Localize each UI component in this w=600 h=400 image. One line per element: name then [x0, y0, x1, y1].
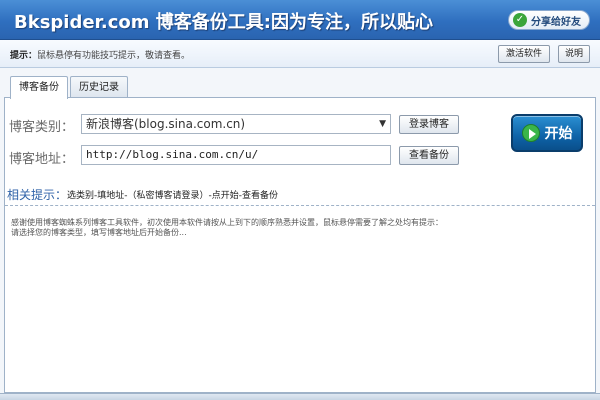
title-bar: Bkspider.com 博客备份工具:因为专注，所以贴心 ✓ 分享给好友 — [0, 0, 600, 40]
blog-address-label: 博客地址： — [9, 152, 75, 167]
message-line: 请选择您的博客类型，填写博客地址后开始备份... — [11, 228, 187, 237]
blog-type-value: 新浪博客(blog.sina.com.cn) — [86, 117, 246, 131]
info-bar: 提示：鼠标悬停有功能技巧提示，敬请查看。 激活软件 说明 — [0, 40, 600, 68]
tab-blog-backup[interactable]: 博客备份 — [10, 76, 68, 99]
start-button[interactable]: 开始 — [511, 114, 583, 152]
register-button[interactable]: 激活软件 — [498, 45, 550, 63]
status-bar — [0, 393, 600, 400]
app-title: Bkspider.com 博客备份工具:因为专注，所以贴心 — [14, 12, 433, 33]
hint-title: 相关提示： — [7, 188, 68, 202]
blog-address-input[interactable]: http://blog.sina.com.cn/u/ — [81, 145, 391, 165]
main-panel: 博客类别： 新浪博客(blog.sina.com.cn) ▼ 登录博客 博客地址… — [4, 97, 596, 393]
view-backup-button[interactable]: 查看备份 — [399, 146, 459, 165]
tab-history[interactable]: 历史记录 — [70, 76, 128, 98]
share-button[interactable]: ✓ 分享给好友 — [508, 10, 590, 30]
blog-type-select[interactable]: 新浪博客(blog.sina.com.cn) ▼ — [81, 114, 391, 134]
start-button-label: 开始 — [544, 126, 573, 142]
tab-bar: 博客备份 历史记录 — [10, 76, 128, 99]
login-blog-button[interactable]: 登录博客 — [399, 115, 459, 134]
share-button-label: 分享给好友 — [531, 16, 581, 28]
message-line: 感谢使用博客蜘蛛系列博客工具软件，初次使用本软件请按从上到下的顺序熟悉并设置，鼠… — [11, 218, 443, 227]
hint-text: 选类别-填地址-（私密博客请登录）-点开始-查看备份 — [67, 191, 278, 201]
app-window: Bkspider.com 博客备份工具:因为专注，所以贴心 ✓ 分享给好友 提示… — [0, 0, 600, 400]
info-tip-text: 鼠标悬停有功能技巧提示，敬请查看。 — [37, 51, 191, 61]
message-area: 感谢使用博客蜘蛛系列博客工具软件，初次使用本软件请按从上到下的顺序熟悉并设置，鼠… — [7, 212, 593, 388]
help-button[interactable]: 说明 — [558, 45, 590, 63]
hint-row: 相关提示： 选类别-填地址-（私密博客请登录）-点开始-查看备份 — [5, 186, 595, 206]
info-tip: 提示：鼠标悬停有功能技巧提示，敬请查看。 — [10, 48, 190, 61]
blog-type-label: 博客类别： — [9, 120, 75, 135]
chevron-down-icon[interactable]: ▼ — [379, 115, 386, 133]
info-tip-label: 提示： — [10, 51, 38, 61]
share-icon: ✓ — [513, 13, 527, 27]
play-icon — [521, 124, 540, 142]
